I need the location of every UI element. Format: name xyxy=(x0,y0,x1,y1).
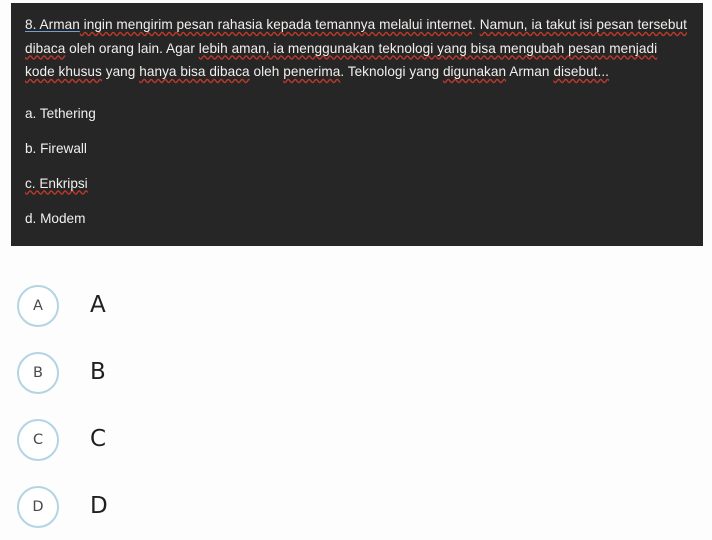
stem-segment: penerima xyxy=(283,64,341,79)
answer-choice-list: AABBCCDD xyxy=(0,272,712,540)
stem-segment: oleh xyxy=(249,64,284,79)
answer-label-a: A xyxy=(90,292,106,318)
question-option: d. Modem xyxy=(25,211,689,227)
stem-segment: 8. xyxy=(25,17,37,32)
stem-segment: hanya bisa dibaca xyxy=(139,64,250,79)
answer-bubble-d[interactable]: D xyxy=(17,485,59,528)
question-option-label: a. Tethering xyxy=(25,105,96,121)
answer-bubble-b[interactable]: B xyxy=(17,351,59,394)
answer-choice-b[interactable]: BB xyxy=(0,339,712,406)
question-option: a. Tethering xyxy=(25,106,689,122)
stem-segment: oleh orang lain. Agar xyxy=(65,40,199,56)
stem-segment: disebut... xyxy=(553,64,610,79)
question-option-list: a. Tethering b. Firewall c. Enkripsi d. Mod… xyxy=(25,106,689,227)
stem-segment: Arman xyxy=(506,64,554,79)
answer-label-c: C xyxy=(90,426,107,452)
question-option-label: b. Firewall xyxy=(25,140,87,156)
stem-segment: digunakan xyxy=(442,64,507,79)
answer-label-b: B xyxy=(90,359,106,385)
answer-choice-a[interactable]: AA xyxy=(0,272,712,339)
question-option-label: c. Enkripsi xyxy=(25,175,88,191)
answer-bubble-c[interactable]: C xyxy=(17,418,59,461)
question-option-label: d. Modem xyxy=(25,210,86,226)
stem-segment: . xyxy=(472,17,480,32)
question-option: c. Enkripsi xyxy=(25,176,689,192)
stem-segment: ingin mengirim pesan rahasia kepada tema… xyxy=(79,17,473,32)
answer-choice-d[interactable]: DD xyxy=(0,473,712,540)
answer-label-d: D xyxy=(90,493,108,519)
answer-bubble-a[interactable]: A xyxy=(17,284,59,327)
stem-segment: . Teknologi yang xyxy=(340,64,443,79)
stem-segment: yang xyxy=(101,64,140,79)
answer-choice-c[interactable]: CC xyxy=(0,406,712,473)
question-stem: 8. Arman ingin mengirim pesan rahasia ke… xyxy=(25,13,689,84)
stem-segment: Arman xyxy=(36,17,80,32)
question-image-card: 8. Arman ingin mengirim pesan rahasia ke… xyxy=(11,3,703,246)
question-option: b. Firewall xyxy=(25,141,689,157)
